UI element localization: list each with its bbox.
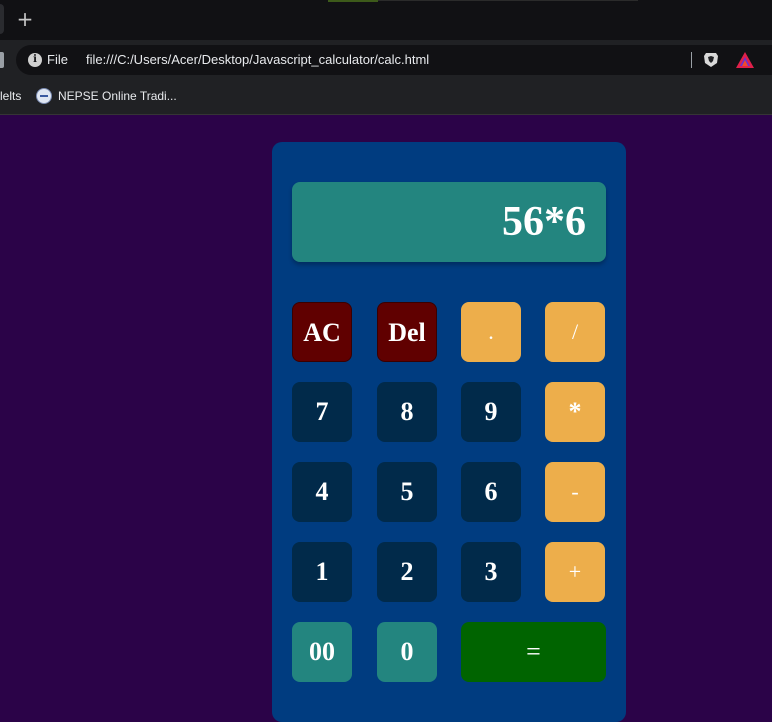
bookmark-label: NEPSE Online Tradi... (58, 89, 177, 103)
calculator: 56*6 AC Del . / 7 8 9 * 4 5 6 - 1 2 3 + … (272, 142, 626, 722)
bookmark-item-nepse[interactable]: NEPSE Online Tradi... (36, 87, 177, 105)
bookmark-item-truncated[interactable]: lelts (0, 88, 21, 104)
multiply-button[interactable]: * (545, 382, 605, 442)
decimal-button[interactable]: . (461, 302, 521, 362)
digit-1-button[interactable]: 1 (292, 542, 352, 602)
divider (691, 52, 692, 68)
digit-2-button[interactable]: 2 (377, 542, 437, 602)
calculator-display: 56*6 (292, 182, 606, 262)
digit-3-button[interactable]: 3 (461, 542, 521, 602)
add-button[interactable]: + (545, 542, 605, 602)
tab-strip: + (0, 0, 772, 40)
toolbar: i File file:///C:/Users/Acer/Desktop/Jav… (0, 40, 772, 80)
back-button[interactable] (0, 52, 4, 68)
page-content: 56*6 AC Del . / 7 8 9 * 4 5 6 - 1 2 3 + … (0, 115, 772, 722)
digit-8-button[interactable]: 8 (377, 382, 437, 442)
nepse-favicon-icon (36, 88, 52, 104)
browser-chrome: + i File file:///C:/Users/Acer/Desktop/J… (0, 0, 772, 115)
active-tab[interactable] (0, 4, 4, 34)
info-icon[interactable]: i (28, 53, 42, 67)
clear-button[interactable]: AC (292, 302, 352, 362)
equals-button[interactable]: = (461, 622, 606, 682)
brave-shield-icon[interactable] (702, 51, 720, 69)
bookmarks-bar: lelts NEPSE Online Tradi... (0, 80, 772, 115)
digit-9-button[interactable]: 9 (461, 382, 521, 442)
digit-7-button[interactable]: 7 (292, 382, 352, 442)
delete-button[interactable]: Del (377, 302, 437, 362)
tab-loading-indicator (328, 0, 378, 2)
double-zero-button[interactable]: 00 (292, 622, 352, 682)
digit-0-button[interactable]: 0 (377, 622, 437, 682)
brave-rewards-icon[interactable] (735, 51, 755, 69)
digit-6-button[interactable]: 6 (461, 462, 521, 522)
digit-5-button[interactable]: 5 (377, 462, 437, 522)
digit-4-button[interactable]: 4 (292, 462, 352, 522)
url-text[interactable]: file:///C:/Users/Acer/Desktop/Javascript… (86, 52, 429, 68)
new-tab-button[interactable]: + (14, 8, 36, 30)
scheme-label[interactable]: File (47, 52, 68, 68)
address-bar[interactable]: i File file:///C:/Users/Acer/Desktop/Jav… (16, 45, 772, 75)
subtract-button[interactable]: - (545, 462, 605, 522)
tab-divider (378, 0, 638, 1)
divide-button[interactable]: / (545, 302, 605, 362)
